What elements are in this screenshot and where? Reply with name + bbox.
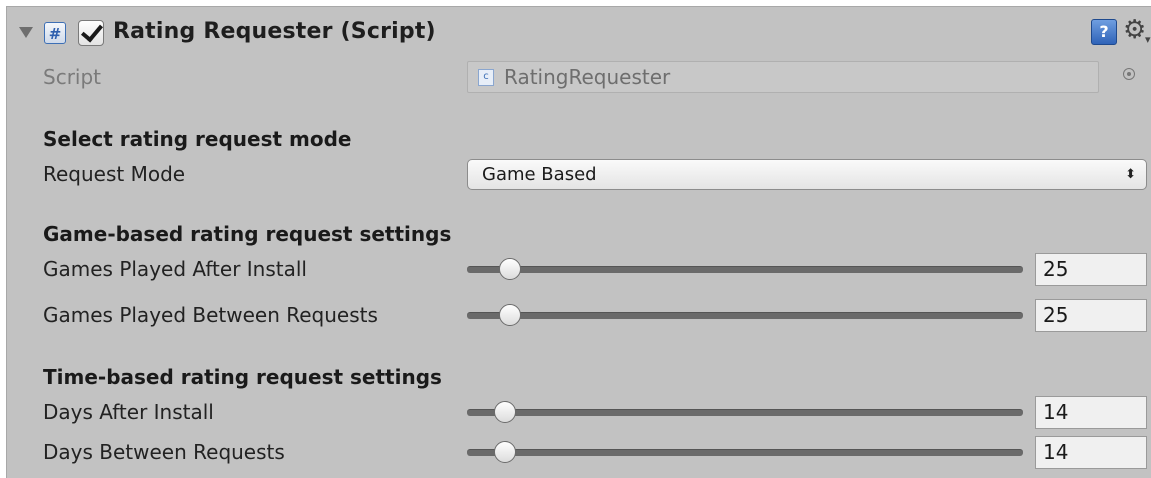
mode-section-heading: Select rating request mode — [43, 127, 352, 151]
dropdown-arrows-icon: ⬍ — [1125, 167, 1136, 182]
time-section-heading: Time-based rating request settings — [43, 365, 442, 389]
component-title: Rating Requester (Script) — [113, 19, 436, 44]
enable-component-checkbox[interactable] — [78, 20, 104, 46]
slider-row: Games Played Between Requests 25 — [7, 297, 1151, 333]
slider-row: Games Played After Install 25 — [7, 251, 1151, 287]
script-label: Script — [43, 65, 102, 89]
component-header[interactable]: # Rating Requester (Script) ? ⚙ ▾ — [7, 7, 1151, 59]
days-after-install-slider-thumb[interactable] — [493, 401, 516, 423]
days-between-requests-slider-thumb[interactable] — [493, 441, 516, 463]
days-between-requests-slider-track[interactable] — [467, 449, 1023, 456]
csharp-script-icon: # — [44, 22, 66, 44]
script-object-field: c RatingRequester — [467, 61, 1099, 93]
games-between-requests-label: Games Played Between Requests — [43, 303, 378, 327]
games-between-requests-slider-thumb[interactable] — [499, 304, 522, 326]
days-after-install-slider-track[interactable] — [467, 409, 1023, 416]
object-picker-icon[interactable] — [1123, 68, 1135, 80]
request-mode-row: Request Mode Game Based ⬍ — [7, 156, 1151, 192]
days-after-install-label: Days After Install — [43, 400, 214, 424]
games-between-requests-slider-track[interactable] — [467, 312, 1023, 319]
days-between-requests-label: Days Between Requests — [43, 440, 285, 464]
slider-row: Days Between Requests 14 — [7, 434, 1151, 470]
chevron-down-icon: ▾ — [1145, 33, 1151, 46]
days-between-requests-field[interactable]: 14 — [1035, 436, 1147, 469]
games-between-requests-field[interactable]: 25 — [1035, 299, 1147, 332]
request-mode-value: Game Based — [482, 164, 597, 185]
games-after-install-slider-track[interactable] — [467, 266, 1023, 273]
days-after-install-field[interactable]: 14 — [1035, 396, 1147, 429]
slider-row: Days After Install 14 — [7, 394, 1151, 430]
help-icon[interactable]: ? — [1091, 19, 1117, 45]
games-after-install-field[interactable]: 25 — [1035, 253, 1147, 286]
games-after-install-label: Games Played After Install — [43, 257, 307, 281]
foldout-arrow-icon[interactable] — [19, 27, 33, 38]
games-after-install-slider-thumb[interactable] — [499, 258, 522, 280]
request-mode-dropdown[interactable]: Game Based ⬍ — [467, 159, 1147, 190]
gear-icon[interactable]: ⚙ — [1123, 15, 1146, 45]
script-file-icon: c — [478, 69, 494, 86]
inspector-panel: # Rating Requester (Script) ? ⚙ ▾ Script… — [6, 6, 1151, 478]
game-section-heading: Game-based rating request settings — [43, 222, 452, 246]
script-value: RatingRequester — [504, 65, 671, 89]
script-row: Script c RatingRequester — [7, 59, 1151, 95]
request-mode-label: Request Mode — [43, 162, 186, 186]
